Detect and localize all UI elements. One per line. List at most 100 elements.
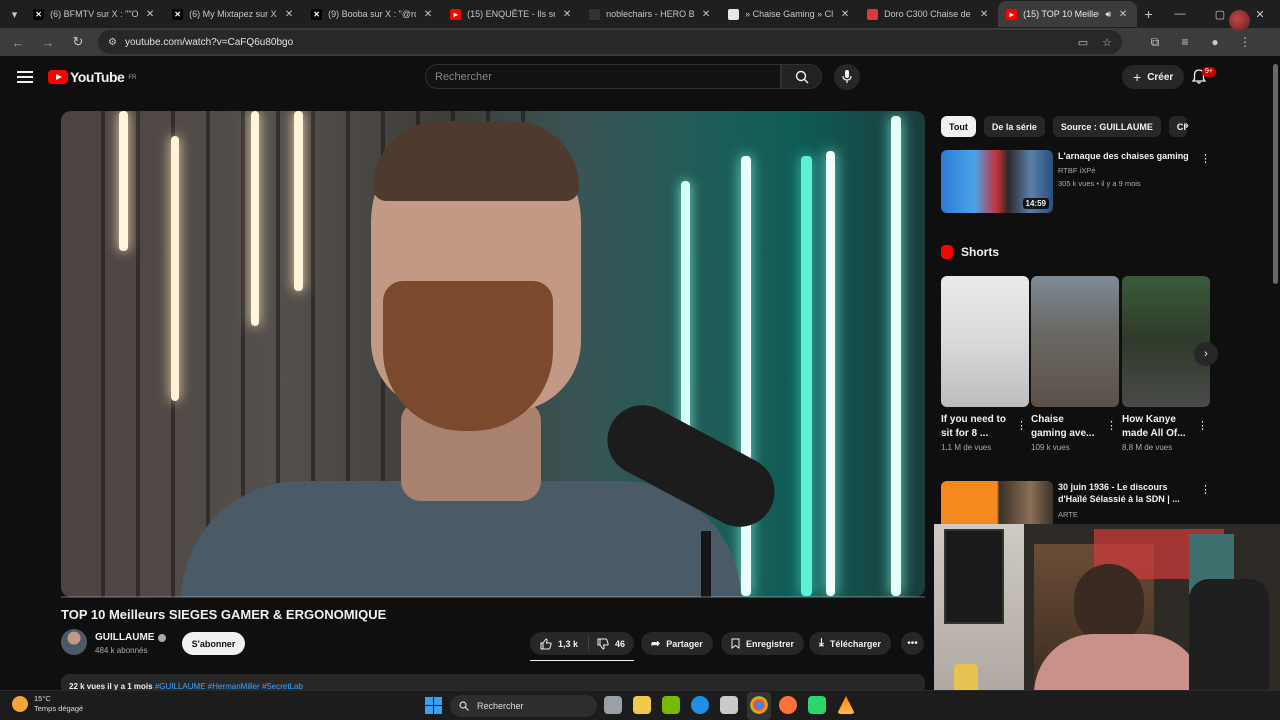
kebab-menu-icon[interactable]: ⋮ [1197,419,1208,432]
close-tab-icon[interactable]: ✕ [561,9,573,20]
recommendation-item[interactable]: 14:59 L'arnaque des chaises gaming RTBF … [941,150,1211,214]
recommendation-channel[interactable]: ARTE [1058,510,1078,519]
save-button[interactable]: Enregistrer [721,632,805,655]
kebab-menu-icon[interactable]: ⋮ [1016,419,1027,432]
tab-search-button[interactable]: ▾ [4,4,25,24]
close-tab-icon[interactable]: ✕ [978,9,990,20]
tab-title: Doro C300 Chaise de bur [884,9,972,19]
speaker-icon[interactable]: 🔊︎ [1105,9,1111,20]
youtube-play-icon [48,70,68,84]
shorts-next-button[interactable]: › [1194,342,1218,366]
more-actions-button[interactable]: ••• [901,632,924,655]
profile-icon[interactable]: ● [1206,35,1224,50]
subscribe-button[interactable]: S'abonner [182,632,245,655]
browser-tab[interactable]: Doro C300 Chaise de bur ✕ [859,1,998,27]
browser-tab[interactable]: » Chaise Gaming » Chart ✕ [720,1,859,27]
short-item[interactable]: Chaise gaming ave... 109 k vues ⋮ [1031,276,1119,452]
forward-icon[interactable]: → [38,35,58,50]
site-info-icon[interactable]: ⚙ [108,37,117,48]
new-tab-button[interactable]: + [1137,6,1160,22]
extensions-icon[interactable]: ⧉ [1146,35,1164,50]
browser-tab[interactable]: ▸ (15) TOP 10 Meilleurs 🔊︎ ✕ [998,1,1138,27]
vlc-icon[interactable] [837,696,855,714]
url-field[interactable]: ⚙ youtube.com/watch?v=CaFQ6u80bgo ▭ ☆ [98,30,1122,54]
short-title[interactable]: Chaise gaming ave... [1031,413,1101,441]
short-title[interactable]: If you need to sit for 8 ... [941,413,1011,441]
voice-search-button[interactable] [834,64,860,90]
address-bar: ← → ↻ ⚙ youtube.com/watch?v=CaFQ6u80bgo … [0,28,1280,56]
browser-tab[interactable]: noblechairs - HERO Black ✕ [581,1,720,27]
bookmark-star-icon[interactable]: ☆ [1102,36,1112,49]
youtube-logo[interactable]: YouTube FR [48,69,136,85]
channel-name: GUILLAUME [95,632,155,643]
short-thumbnail[interactable] [1122,276,1210,407]
browser-tab[interactable]: ✕ (6) My Mixtapez sur X : "8 ✕ [164,1,303,27]
kebab-menu-icon[interactable]: ⋮ [1106,419,1117,432]
dislike-button[interactable]: 46 [589,638,633,650]
weather-sun-icon [12,696,28,712]
short-item[interactable]: How Kanye made All Of... 8,8 M de vues ⋮ [1122,276,1210,452]
browser-menu-icon[interactable]: ⋮ [1236,35,1254,50]
close-tab-icon[interactable]: ✕ [839,9,851,20]
media-controls-icon[interactable]: ≡ [1176,35,1194,50]
close-tab-icon[interactable]: ✕ [283,9,295,20]
video-progress-bar[interactable] [61,596,925,598]
recommendation-thumbnail[interactable] [941,481,1053,525]
short-item[interactable]: If you need to sit for 8 ... 1,1 M de vu… [941,276,1029,452]
short-title[interactable]: How Kanye made All Of... [1122,413,1192,441]
search-button[interactable] [781,64,822,89]
edge-icon[interactable] [691,696,709,714]
menu-icon[interactable] [17,71,33,83]
browser-tab[interactable]: ▸ (15) ENQUÊTE - Ils se font ✕ [442,1,581,27]
kebab-menu-icon[interactable]: ⋮ [1200,483,1211,496]
store-icon[interactable] [720,696,738,714]
back-icon[interactable]: ← [8,35,28,50]
close-tab-icon[interactable]: ✕ [422,9,434,20]
reload-icon[interactable]: ↻ [68,34,88,50]
close-tab-icon[interactable]: ✕ [144,9,156,20]
video-player[interactable] [61,111,925,597]
share-button[interactable]: ➦ Partager [641,632,713,655]
file-explorer-icon[interactable] [633,696,651,714]
nvidia-icon[interactable] [662,696,680,714]
short-thumbnail[interactable] [941,276,1029,407]
task-view-icon[interactable] [604,696,622,714]
search-input[interactable] [435,70,780,83]
microphone-icon [842,70,852,83]
windows-start-icon[interactable] [425,697,442,714]
recommendation-title[interactable]: L'arnaque des chaises gaming [1058,150,1198,162]
doro-icon [867,8,879,20]
chip-all[interactable]: Tout [941,116,976,137]
channel-name-link[interactable]: GUILLAUME [95,632,167,643]
create-button[interactable]: + Créer [1122,65,1185,89]
tab-title: » Chaise Gaming » Chart [745,9,833,19]
channel-avatar[interactable] [61,629,87,655]
recommendation-thumbnail[interactable]: 14:59 [941,150,1053,213]
browser-tab[interactable]: ✕ (6) BFMTV sur X : ""On est ✕ [25,1,164,27]
kebab-menu-icon[interactable]: ⋮ [1200,152,1211,165]
chrome-icon[interactable] [750,696,768,714]
weather-widget[interactable]: 15°C Temps dégagé [12,694,83,714]
short-thumbnail[interactable] [1031,276,1119,407]
browser-tab[interactable]: ✕ (9) Booba sur X : "@rohff ✕ [303,1,442,27]
chip-series[interactable]: De la série [983,116,1045,137]
recommendation-title[interactable]: 30 juin 1936 - Le discours d'Haïlé Sélas… [1058,481,1193,505]
scrollbar-thumb[interactable] [1273,64,1278,284]
minimize-icon[interactable]: — [1160,8,1200,21]
close-tab-icon[interactable]: ✕ [1117,9,1129,20]
download-button[interactable]: ⤓ Télécharger [809,632,891,655]
search-box [425,64,781,89]
taskbar-search[interactable]: Rechercher [450,695,597,717]
app-green-icon[interactable] [808,696,826,714]
cast-icon[interactable]: ▭ [1078,36,1088,49]
share-label: Partager [666,638,703,649]
recommendation-channel[interactable]: RTBF iXPé [1058,166,1095,175]
url-text: youtube.com/watch?v=CaFQ6u80bgo [124,36,294,48]
chip-source[interactable]: Source : GUILLAUME [1052,116,1161,137]
chevron-right-icon[interactable]: › [1185,118,1189,132]
firefox-icon[interactable] [779,696,797,714]
account-avatar[interactable] [1229,10,1250,31]
close-tab-icon[interactable]: ✕ [700,9,712,20]
notification-badge: 9+ [1202,67,1216,77]
like-button[interactable]: 1,3 k [530,636,590,651]
